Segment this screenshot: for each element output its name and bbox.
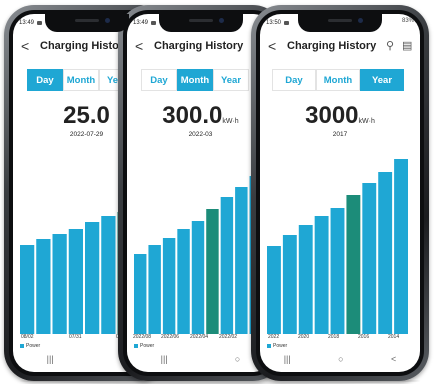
chart-legend: Power — [267, 343, 287, 349]
x-label: 2022 — [268, 334, 280, 340]
phone-year: 13:50 83% < Charging History ⚲ ▤ Day Mon… — [251, 5, 429, 381]
page-title: Charging History — [40, 40, 130, 52]
x-label: 2022/04 — [190, 334, 209, 340]
legend-swatch — [267, 344, 271, 348]
bar-chart[interactable] — [266, 154, 409, 334]
battery-text: 83% — [401, 18, 414, 24]
bar-2021[interactable] — [282, 235, 297, 334]
bar-chart[interactable] — [133, 154, 263, 334]
x-label: 2022/02 — [219, 334, 238, 340]
legend-swatch — [134, 344, 138, 348]
bar-2022/05[interactable] — [177, 229, 190, 334]
recent-apps-icon[interactable]: ||| — [284, 354, 291, 364]
tab-day[interactable]: Day — [141, 69, 177, 91]
tab-day[interactable]: Day — [272, 69, 316, 91]
bar-07/30[interactable] — [68, 229, 83, 334]
x-label: 2022/06 — [161, 334, 180, 340]
x-label: 2018 — [328, 334, 340, 340]
bar-2022/01[interactable] — [235, 187, 248, 334]
home-icon[interactable]: ○ — [338, 354, 343, 364]
bar-2022/06[interactable] — [162, 238, 176, 334]
x-label: 2014 — [388, 334, 400, 340]
chart-legend: Power — [20, 343, 40, 349]
bar-2022/03[interactable] — [206, 209, 219, 334]
bar-2016[interactable] — [362, 183, 377, 334]
bar-08/01[interactable] — [36, 239, 51, 334]
page-title: Charging History — [154, 40, 244, 52]
bar-2020[interactable] — [298, 225, 313, 334]
back-arrow-icon[interactable]: < — [135, 36, 143, 56]
period-tabs: Day Month Year — [272, 69, 404, 91]
notification-icon — [151, 21, 157, 25]
tab-month[interactable]: Month — [177, 69, 213, 91]
back-arrow-icon[interactable]: < — [21, 36, 29, 56]
bar-2022/07[interactable] — [148, 245, 161, 334]
android-nav-bar: ||| ○ < — [260, 350, 420, 368]
back-arrow-icon[interactable]: < — [268, 36, 276, 56]
x-label: 2022/08 — [133, 334, 152, 340]
tab-year[interactable]: Year — [213, 69, 249, 91]
status-time: 13:50 — [266, 20, 282, 26]
bar-2018[interactable] — [330, 208, 345, 334]
bar-2022/04[interactable] — [191, 221, 205, 334]
tab-day[interactable]: Day — [27, 69, 63, 91]
selected-date: 2017 — [332, 131, 348, 138]
bar-2014[interactable] — [394, 159, 408, 334]
bar-07/29[interactable] — [85, 222, 100, 334]
bar-2019[interactable] — [314, 216, 329, 334]
x-label: 08/02 — [21, 334, 34, 340]
bar-2022/02[interactable] — [220, 197, 234, 334]
energy-value: 3000kW·h — [305, 102, 375, 129]
bar-2017[interactable] — [346, 195, 361, 334]
bar-2015[interactable] — [378, 172, 393, 334]
x-axis-labels: 2022 2020 2018 2016 2014 — [266, 334, 409, 344]
recent-apps-icon[interactable]: ||| — [47, 354, 54, 364]
bar-07/31[interactable] — [52, 234, 67, 334]
screen-year: 13:50 83% < Charging History ⚲ ▤ Day Mon… — [260, 14, 420, 372]
bar-07/28[interactable] — [101, 216, 116, 334]
bar-2022[interactable] — [267, 246, 281, 334]
tab-month[interactable]: Month — [63, 69, 99, 91]
x-label: 07/31 — [69, 334, 82, 340]
search-icon[interactable]: ⚲ — [386, 40, 394, 52]
x-label: 2020 — [298, 334, 310, 340]
chart-legend: Power — [134, 343, 154, 349]
x-label: 2016 — [358, 334, 370, 340]
status-time: 13:49 — [133, 20, 149, 26]
back-nav-icon[interactable]: < — [391, 354, 396, 364]
notification-icon — [37, 21, 43, 25]
status-time: 13:49 — [19, 20, 35, 26]
notification-icon — [284, 21, 290, 25]
tab-month[interactable]: Month — [316, 69, 360, 91]
filter-icon[interactable]: ▤ — [402, 40, 412, 52]
tab-year[interactable]: Year — [360, 69, 404, 91]
recent-apps-icon[interactable]: ||| — [161, 354, 168, 364]
period-tabs: Day Month Year — [141, 69, 249, 91]
home-icon[interactable]: ○ — [235, 354, 240, 364]
legend-swatch — [20, 344, 24, 348]
bar-2022/08[interactable] — [134, 254, 147, 334]
page-title: Charging History — [287, 40, 377, 52]
bar-08/02[interactable] — [20, 245, 35, 334]
